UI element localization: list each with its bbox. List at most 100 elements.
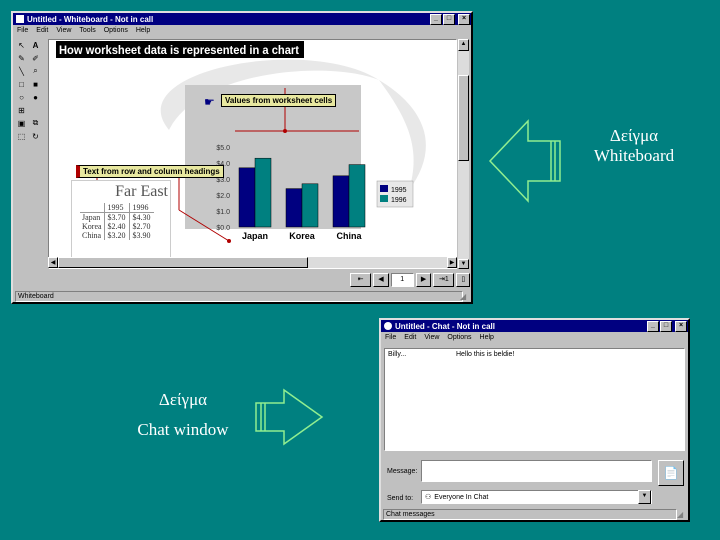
- drawing-canvas[interactable]: How worksheet data is represented in a c…: [48, 39, 457, 269]
- zoom-icon[interactable]: ⌕: [29, 65, 42, 77]
- vertical-scrollbar[interactable]: ▲ ▼: [458, 39, 469, 269]
- menu-options[interactable]: Options: [447, 334, 471, 341]
- filled-ellipse-icon[interactable]: ●: [29, 91, 42, 103]
- chat-titlebar[interactable]: Untitled - Chat - Not in call _ □ ×: [381, 320, 688, 332]
- chat-history[interactable]: Billy... Hello this is beldie!: [384, 348, 685, 451]
- whiteboard-caption: Δείγμα Whiteboard: [576, 126, 692, 166]
- pen-icon[interactable]: ✎: [15, 52, 28, 64]
- y-tick-label: $0.0: [216, 225, 230, 232]
- resize-grip-icon[interactable]: ◢: [677, 510, 683, 519]
- send-message-button[interactable]: 📄: [658, 460, 684, 486]
- rectangle-icon[interactable]: □: [15, 78, 28, 90]
- whiteboard-titlebar[interactable]: Untitled - Whiteboard - Not in call _ □ …: [13, 13, 471, 25]
- first-page-button[interactable]: ⇤: [350, 273, 372, 287]
- menu-edit[interactable]: Edit: [36, 27, 48, 34]
- window-title: Untitled - Chat - Not in call: [395, 321, 495, 331]
- menu-file[interactable]: File: [385, 334, 396, 341]
- x-tick-label: Korea: [289, 231, 316, 241]
- resize-grip-icon[interactable]: ◢: [460, 292, 466, 301]
- bar-1996-japan: [254, 157, 272, 228]
- caption-line: Δείγμα: [609, 126, 659, 145]
- select-area-icon[interactable]: ⬚: [15, 130, 28, 142]
- whiteboard-menubar: File Edit View Tools Options Help: [13, 25, 471, 35]
- lock-contents-icon[interactable]: ⊞: [15, 104, 28, 116]
- page-number-field[interactable]: 1: [390, 273, 414, 287]
- legend-label: 1996: [391, 197, 407, 204]
- send-icon: 📄: [663, 466, 679, 480]
- scroll-left-button[interactable]: ◀: [48, 257, 58, 268]
- toolbox: ↖ A ✎ ✐ ╲ ⌕ □ ■ ○ ● ⊞ ▣ ⧉ ⬚ ↻: [15, 39, 45, 142]
- menu-file[interactable]: File: [17, 27, 28, 34]
- prev-page-button[interactable]: ◀: [373, 273, 389, 287]
- callout-text: Text from row and column headings: [76, 165, 224, 178]
- whiteboard-window: Untitled - Whiteboard - Not in call _ □ …: [11, 11, 473, 304]
- sendto-select[interactable]: ⚇ Everyone In Chat ▼: [421, 490, 652, 504]
- line-tool-icon[interactable]: ╲: [15, 65, 28, 77]
- table-row: China $3.20 $3.90: [80, 231, 154, 240]
- chat-menubar: File Edit View Options Help: [381, 332, 688, 342]
- menu-help[interactable]: Help: [480, 334, 494, 341]
- callout-values: Values from worksheet cells: [221, 94, 337, 107]
- highlighter-icon[interactable]: ✐: [29, 52, 42, 64]
- menu-help[interactable]: Help: [136, 27, 150, 34]
- group-icon: ⚇: [425, 494, 432, 501]
- last-page-button[interactable]: ⇥1: [433, 273, 455, 287]
- message-text: Hello this is beldie!: [456, 351, 515, 358]
- scroll-up-button[interactable]: ▲: [458, 39, 469, 51]
- minimize-button[interactable]: _: [647, 320, 659, 332]
- close-button[interactable]: ×: [458, 13, 470, 25]
- app-icon: [16, 15, 24, 23]
- select-arrow-icon[interactable]: ↖: [15, 39, 28, 51]
- table-title: Far East: [115, 183, 168, 200]
- menu-view[interactable]: View: [424, 334, 439, 341]
- message-sender: Billy...: [388, 351, 407, 358]
- y-tick-label: $3.0: [216, 177, 230, 184]
- legend-swatch-1995: [380, 185, 388, 192]
- menu-tools[interactable]: Tools: [79, 27, 95, 34]
- arrow-to-chat: [255, 388, 324, 446]
- minimize-button[interactable]: _: [430, 13, 442, 25]
- window-title: Untitled - Whiteboard - Not in call: [27, 14, 154, 24]
- maximize-button[interactable]: □: [443, 13, 455, 25]
- horizontal-scrollbar[interactable]: ◀ ▶: [48, 257, 457, 268]
- maximize-button[interactable]: □: [660, 320, 672, 332]
- table-cell: Japan: [82, 213, 101, 222]
- menu-edit[interactable]: Edit: [404, 334, 416, 341]
- menu-options[interactable]: Options: [104, 27, 128, 34]
- y-tick-label: $2.0: [216, 193, 230, 200]
- refresh-icon[interactable]: ↻: [29, 130, 42, 142]
- table-header-row: 1995 1996: [80, 203, 154, 213]
- close-button[interactable]: ×: [675, 320, 687, 332]
- table-cell: $3.70: [103, 212, 130, 222]
- text-tool-icon[interactable]: A: [29, 39, 42, 51]
- table-cell: $3.20: [103, 231, 130, 240]
- bar-1995-japan: [238, 167, 256, 228]
- arrow-to-whiteboard: [488, 119, 561, 203]
- status-bar: Whiteboard: [15, 291, 463, 302]
- page-total: 1: [444, 276, 449, 283]
- menu-view[interactable]: View: [56, 27, 71, 34]
- left-arrow-icon: [488, 119, 561, 203]
- insert-page-button[interactable]: ▯: [456, 273, 471, 287]
- table-cell: Korea: [82, 222, 102, 231]
- synchronize-icon[interactable]: ⧉: [29, 117, 42, 129]
- bar-1996-korea: [301, 183, 319, 228]
- message-input[interactable]: [421, 460, 652, 482]
- caption-line: Whiteboard: [593, 146, 675, 165]
- filled-rectangle-icon[interactable]: ■: [29, 78, 42, 90]
- caption-line: Chat window: [137, 420, 229, 439]
- chevron-down-icon[interactable]: ▼: [638, 490, 651, 504]
- connector-dot: [283, 129, 287, 133]
- scroll-thumb[interactable]: [458, 75, 469, 161]
- far-east-table: 1995 1996 Japan $3.70 $4.30 Korea $2.40 …: [80, 203, 154, 240]
- next-page-button[interactable]: ▶: [415, 273, 432, 287]
- chat-caption: Δείγμα Chat window: [112, 390, 254, 440]
- scroll-hthumb[interactable]: [58, 257, 308, 268]
- table-cell: $2.70: [128, 222, 154, 231]
- legend-swatch-1996: [380, 195, 388, 202]
- scroll-right-button[interactable]: ▶: [447, 257, 457, 268]
- right-arrow-icon: [255, 388, 324, 446]
- scroll-down-button[interactable]: ▼: [458, 259, 469, 269]
- ellipse-icon[interactable]: ○: [15, 91, 28, 103]
- remote-pointer-icon[interactable]: ▣: [15, 117, 28, 129]
